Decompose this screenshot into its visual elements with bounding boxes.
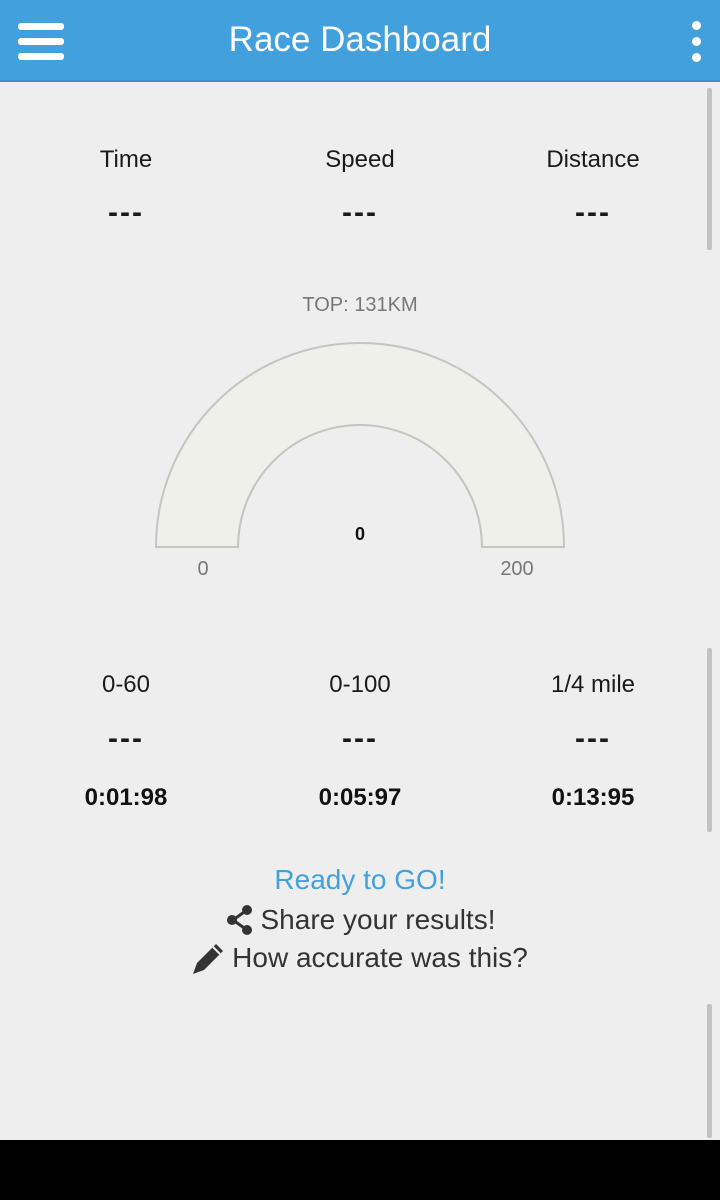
- benchmark-0-60-value: ---: [108, 722, 144, 755]
- benchmark-0-100-value: ---: [342, 722, 378, 755]
- stat-speed-value: ---: [342, 196, 378, 229]
- overflow-menu-button[interactable]: [678, 12, 714, 70]
- scrollbar-bottom[interactable]: [707, 1004, 712, 1138]
- benchmark-quarter-mile-label: 1/4 mile: [550, 671, 636, 698]
- feedback-button[interactable]: How accurate was this?: [0, 938, 720, 978]
- share-results-button[interactable]: Share your results!: [0, 900, 720, 940]
- stat-distance-value: ---: [575, 196, 611, 229]
- stat-speed-label: Speed: [325, 146, 395, 173]
- top-speed-label: TOP: 131KM: [302, 294, 418, 316]
- app-bar: Race Dashboard: [0, 0, 720, 82]
- benchmark-0-100-label: 0-100: [329, 671, 391, 698]
- benchmark-0-60-label: 0-60: [101, 671, 151, 698]
- gauge-current-value: 0: [354, 524, 365, 544]
- benchmark-0-100-best: 0:05:97: [318, 784, 402, 811]
- benchmark-quarter-mile-value: ---: [575, 722, 611, 755]
- benchmark-0-60-best: 0:01:98: [84, 784, 168, 811]
- share-results-label: Share your results!: [260, 904, 496, 935]
- more-vertical-icon: [691, 20, 701, 30]
- overflow-dot: [691, 36, 701, 46]
- stat-time-value: ---: [108, 196, 144, 229]
- overflow-dot: [691, 52, 701, 62]
- gauge-track: [154, 342, 566, 548]
- benchmark-quarter-mile-best: 0:13:95: [551, 784, 635, 811]
- status-message: Ready to GO!: [274, 864, 446, 895]
- stat-time-label: Time: [99, 146, 153, 173]
- stat-distance-label: Distance: [546, 146, 640, 173]
- pencil-icon: [193, 944, 224, 974]
- share-icon: [226, 905, 252, 935]
- gauge-max-label: 200: [500, 558, 534, 580]
- system-navigation-bar: [0, 1140, 720, 1200]
- page-title: Race Dashboard: [228, 20, 492, 59]
- feedback-label: How accurate was this?: [232, 942, 528, 973]
- gauge-min-label: 0: [197, 558, 209, 580]
